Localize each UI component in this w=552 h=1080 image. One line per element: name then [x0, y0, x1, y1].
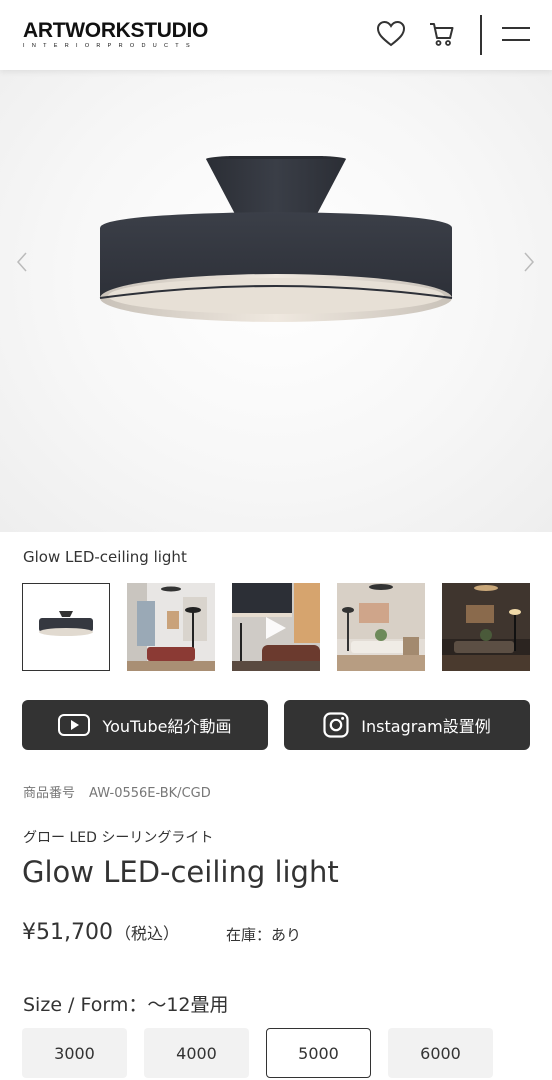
youtube-video-button[interactable]: YouTube紹介動画: [22, 700, 268, 750]
product-hero-image: [0, 70, 552, 532]
chevron-right-icon[interactable]: [519, 247, 539, 277]
thumbnail-5[interactable]: [442, 583, 530, 671]
tax-note: （税込）: [114, 924, 179, 943]
header-divider: [480, 15, 482, 55]
product-sku: 商品番号 AW-0556E-BK/CGD: [23, 782, 211, 801]
thumbnail-2[interactable]: [127, 583, 215, 671]
chevron-left-icon[interactable]: [12, 247, 32, 277]
size-option-5000[interactable]: 5000: [266, 1028, 371, 1078]
brand-logo[interactable]: ARTWORKSTUDIO INTERIORPRODUCTS: [23, 20, 208, 50]
product-name-japanese: グロー LED シーリングライト: [23, 830, 214, 846]
stock-status: 在庫：あり: [226, 926, 302, 944]
instagram-icon: [323, 712, 349, 738]
size-option-4000[interactable]: 4000: [144, 1028, 249, 1078]
size-form-label: Size / Form：〜12畳用: [23, 994, 229, 1016]
price-value: ¥51,700: [22, 920, 113, 945]
brand-name: ARTWORKSTUDIO: [23, 19, 209, 42]
cart-icon[interactable]: [425, 18, 457, 50]
thumbnail-strip: [22, 583, 530, 671]
ceiling-lamp-image: [99, 156, 453, 322]
image-caption: Glow LED-ceiling light: [23, 548, 187, 566]
thumbnail-1[interactable]: [22, 583, 110, 671]
thumbnail-3-video[interactable]: [232, 583, 320, 671]
hamburger-menu-icon[interactable]: [500, 18, 532, 50]
youtube-button-label: YouTube紹介動画: [102, 717, 232, 736]
size-option-6000[interactable]: 6000: [388, 1028, 493, 1078]
product-price: ¥51,700 （税込）: [22, 920, 179, 945]
brand-tagline: INTERIORPRODUCTS: [23, 43, 197, 49]
sku-value: AW-0556E-BK/CGD: [89, 786, 211, 801]
youtube-play-icon: [58, 714, 91, 736]
product-title: Glow LED-ceiling light: [22, 855, 339, 889]
site-header: ARTWORKSTUDIO INTERIORPRODUCTS: [0, 0, 552, 70]
sku-label: 商品番号: [23, 786, 76, 801]
instagram-examples-button[interactable]: Instagram設置例: [284, 700, 530, 750]
instagram-button-label: Instagram設置例: [361, 717, 491, 736]
size-option-3000[interactable]: 3000: [22, 1028, 127, 1078]
heart-icon[interactable]: [375, 18, 407, 50]
thumbnail-4[interactable]: [337, 583, 425, 671]
